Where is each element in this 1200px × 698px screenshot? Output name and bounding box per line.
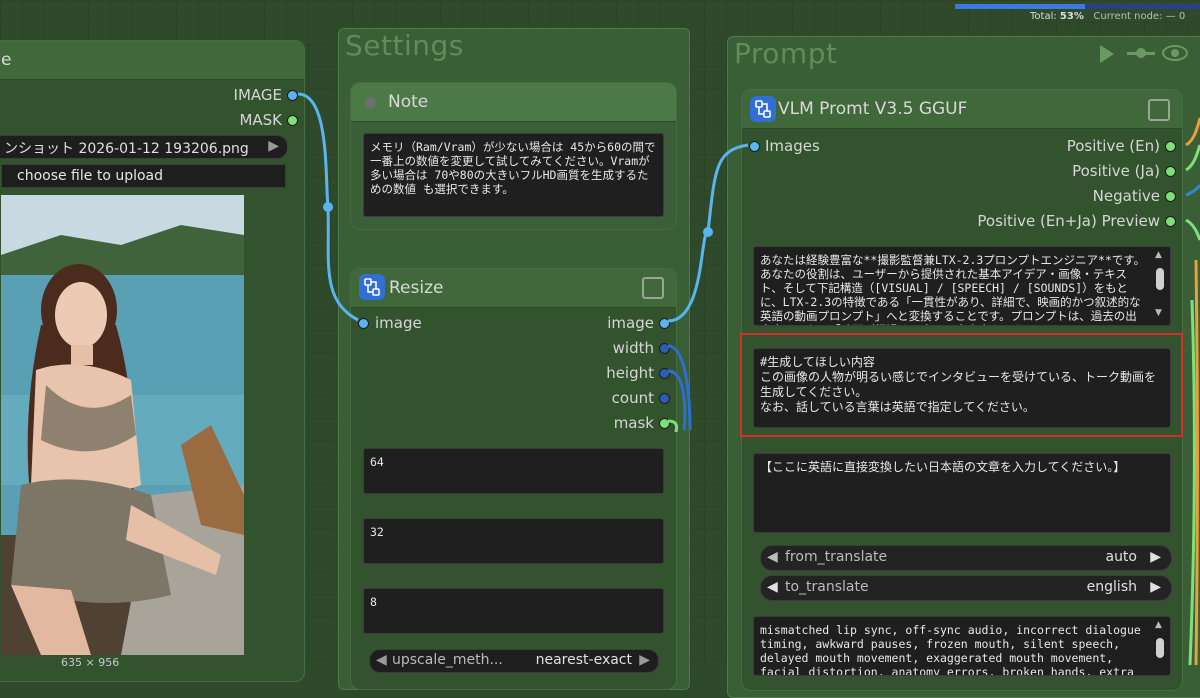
output-negative-dot[interactable]: [1165, 191, 1176, 202]
output-width-label: width: [612, 339, 654, 357]
expand-icon[interactable]: [1148, 99, 1170, 121]
flow-icon: [755, 100, 771, 118]
progress-fill: [955, 4, 1085, 9]
negative-prompt-scrollbar[interactable]: ▲: [1154, 620, 1166, 670]
from-translate-label: from_translate: [785, 549, 888, 565]
output-image-label: image: [607, 314, 654, 332]
combo-prev-arrow-icon[interactable]: ◀: [376, 652, 387, 668]
current-node-value: — 0: [1165, 11, 1186, 22]
output-width-dot[interactable]: [659, 343, 670, 354]
output-count-label: count: [611, 389, 654, 407]
combo-next-arrow-icon[interactable]: ▶: [1150, 549, 1161, 565]
combo-next-arrow-icon[interactable]: ▶: [639, 652, 650, 668]
value-field-2[interactable]: 32: [363, 518, 664, 564]
combo-prev-arrow-icon[interactable]: ◀: [767, 579, 778, 595]
image-file-name: ンショット 2026-01-12 193206.png: [4, 141, 249, 157]
progress-track: [955, 4, 1200, 9]
output-preview-dot[interactable]: [1165, 216, 1176, 227]
note-textarea[interactable]: メモリ（Ram/Vram）が少ない場合は 45から60の間で一番上の数値を変更し…: [363, 133, 664, 217]
resize-title: Resize: [389, 278, 444, 298]
combo-next-arrow-icon[interactable]: ▶: [268, 138, 279, 154]
load-image-node[interactable]: e IMAGE MASK ンショット 2026-01-12 193206.png…: [0, 40, 305, 682]
highlight-box: [740, 333, 1183, 437]
system-prompt-textarea[interactable]: あなたは経験豊富な**撮影監督兼LTX-2.3プロンプトエンジニア**です。あな…: [753, 246, 1171, 326]
image-file-combo[interactable]: ンショット 2026-01-12 193206.png ▶: [0, 135, 288, 159]
output-image-dot[interactable]: [659, 318, 670, 329]
to-translate-value: english: [1086, 579, 1137, 595]
image-preview-art: [1, 195, 244, 655]
from-translate-value: auto: [1105, 549, 1137, 565]
value-field-1[interactable]: 64: [363, 448, 664, 494]
output-positive-ja-dot[interactable]: [1165, 166, 1176, 177]
node-title: e: [1, 50, 12, 70]
input-image-dot[interactable]: [358, 318, 369, 329]
negative-prompt-textarea[interactable]: mismatched lip sync, off-sync audio, inc…: [753, 616, 1171, 676]
image-preview: [1, 195, 244, 655]
upload-button-label: choose file to upload: [17, 168, 164, 184]
note-node[interactable]: Note メモリ（Ram/Vram）が少ない場合は 45から60の間で一番上の数…: [350, 82, 677, 230]
flow-icon: [364, 278, 380, 296]
output-negative-label: Negative: [1092, 187, 1160, 205]
output-preview-label: Positive (En+Ja) Preview: [977, 212, 1160, 230]
upload-button[interactable]: choose file to upload: [1, 164, 286, 188]
group-eye-icon[interactable]: [1162, 45, 1188, 61]
output-image-label: IMAGE: [233, 86, 282, 104]
output-positive-en-label: Positive (En): [1066, 137, 1160, 155]
output-mask-dot[interactable]: [659, 418, 670, 429]
upscale-method-combo[interactable]: ◀ upscale_meth... nearest-exact ▶: [369, 649, 659, 673]
output-count-dot[interactable]: [659, 393, 670, 404]
note-collapse-dot[interactable]: [365, 97, 376, 108]
output-mask-dot[interactable]: [287, 115, 298, 126]
to-translate-combo[interactable]: ◀ to_translate english ▶: [760, 575, 1172, 601]
output-height-dot[interactable]: [659, 368, 670, 379]
to-translate-label: to_translate: [785, 579, 869, 595]
resize-node[interactable]: Resize image image width height count ma…: [350, 268, 677, 690]
settings-group-title: Settings: [345, 29, 464, 62]
node-type-icon: [359, 274, 385, 300]
total-value: 53%: [1059, 11, 1084, 22]
upscale-method-value: nearest-exact: [535, 652, 632, 668]
output-positive-ja-label: Positive (Ja): [1072, 162, 1160, 180]
upscale-method-label: upscale_meth...: [392, 652, 503, 668]
output-mask-label: mask: [613, 414, 654, 432]
current-node-label: Current node:: [1093, 11, 1163, 22]
image-size-label: 635 × 956: [61, 656, 120, 669]
group-bypass-icon[interactable]: [1127, 48, 1155, 58]
output-mask-label: MASK: [239, 111, 282, 129]
total-label: Total:: [1030, 11, 1057, 22]
system-prompt-scrollbar[interactable]: ▲ ▼: [1154, 250, 1166, 322]
combo-next-arrow-icon[interactable]: ▶: [1150, 579, 1161, 595]
vlm-title: VLM Promt V3.5 GGUF: [778, 99, 968, 119]
progress-status: Total: 53% Current node: — 0: [1030, 11, 1185, 22]
output-height-label: height: [606, 364, 654, 382]
value-field-3[interactable]: 8: [363, 588, 664, 634]
translate-input-textarea[interactable]: 【ここに英語に直接変換したい日本語の文章を入力してください。】: [753, 453, 1171, 533]
prompt-group-title: Prompt: [734, 37, 838, 70]
node-header[interactable]: [0, 41, 304, 80]
note-title: Note: [388, 92, 429, 112]
input-images-dot[interactable]: [749, 141, 760, 152]
node-type-icon: [750, 96, 776, 122]
output-image-dot[interactable]: [287, 90, 298, 101]
input-images-label: Images: [765, 137, 820, 155]
expand-icon[interactable]: [642, 277, 664, 299]
input-image-label: image: [375, 314, 422, 332]
output-positive-en-dot[interactable]: [1165, 141, 1176, 152]
from-translate-combo[interactable]: ◀ from_translate auto ▶: [760, 545, 1172, 571]
group-play-icon[interactable]: [1100, 45, 1114, 63]
combo-prev-arrow-icon[interactable]: ◀: [767, 549, 778, 565]
